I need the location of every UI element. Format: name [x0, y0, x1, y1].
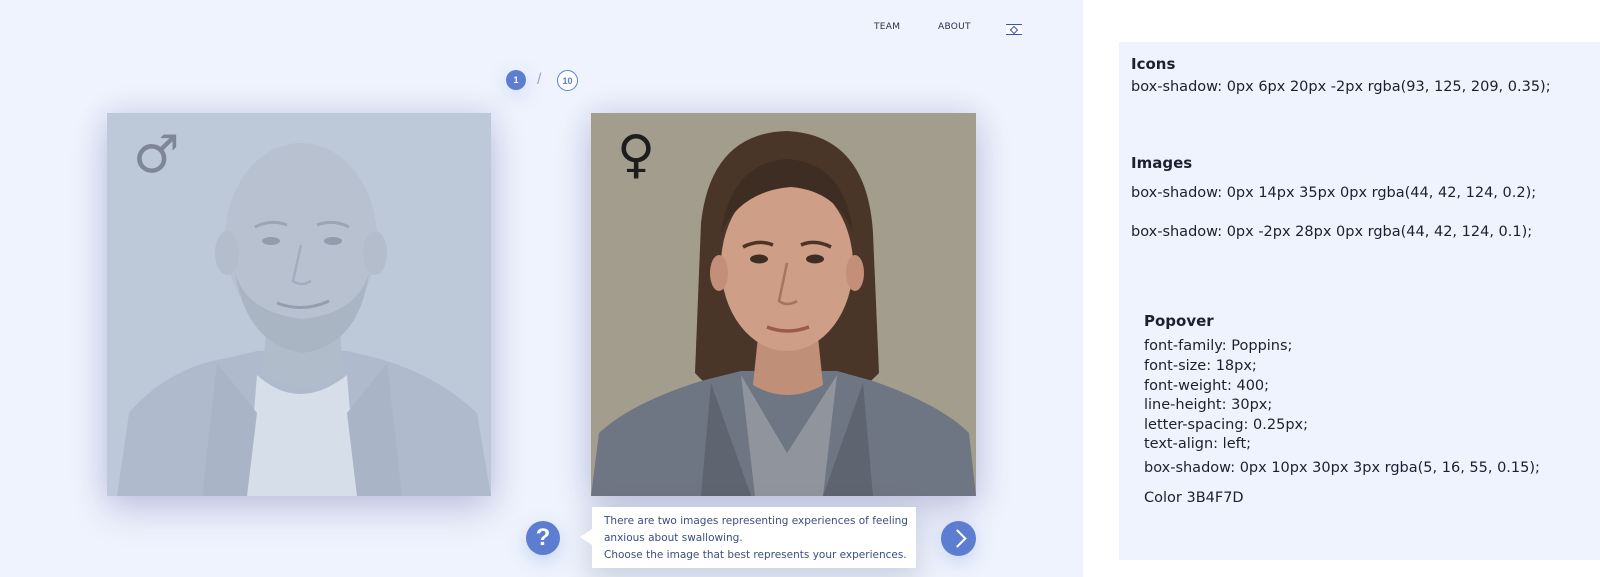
male-symbol-icon: ♂ [133, 125, 180, 185]
popover-line: Choose the image that best represents yo… [604, 549, 907, 561]
popover-font-family-spec: font-family: Poppins; [1144, 338, 1293, 354]
images-spec-title: Images [1131, 154, 1193, 172]
image-card-female[interactable]: ♀ [591, 113, 976, 496]
images-shadow-spec-1: box-shadow: 0px 14px 35px 0px rgba(44, 4… [1131, 185, 1537, 201]
help-button[interactable]: ? [526, 521, 560, 555]
popover-spec-title: Popover [1144, 312, 1214, 330]
total-pages-badge: 10 [557, 70, 578, 91]
popover-font-weight-spec: font-weight: 400; [1144, 378, 1270, 394]
popover-text-align-spec: text-align: left; [1144, 436, 1252, 452]
popover-line: anxious about swallowing. [604, 532, 743, 544]
question-pager: 1 / 10 [506, 70, 578, 92]
female-symbol-icon: ♀ [617, 125, 656, 185]
popover-line-height-spec: line-height: 30px; [1144, 397, 1273, 413]
popover-shadow-spec: box-shadow: 0px 10px 30px 3px rgba(5, 16… [1144, 460, 1540, 476]
popover-line: There are two images representing experi… [604, 515, 908, 527]
icons-spec-title: Icons [1131, 55, 1176, 73]
next-arrow-button[interactable] [941, 521, 976, 556]
nav-about-link[interactable]: ABOUT [938, 22, 971, 32]
instruction-popover: There are two images representing experi… [580, 507, 916, 568]
nav-team-link[interactable]: TEAM [874, 22, 900, 32]
popover-letter-spacing-spec: letter-spacing: 0.25px; [1144, 417, 1308, 433]
images-shadow-spec-2: box-shadow: 0px -2px 28px 0px rgba(44, 4… [1131, 224, 1533, 240]
style-spec-panel: Icons box-shadow: 0px 6px 20px -2px rgba… [1119, 42, 1600, 560]
current-page-badge: 1 [506, 70, 526, 90]
pager-divider: / [537, 71, 542, 88]
app-canvas: TEAM ABOUT 1 / 10 ♂ ♀ ? There are two im… [0, 0, 1083, 577]
icons-shadow-spec: box-shadow: 0px 6px 20px -2px rgba(93, 1… [1131, 79, 1551, 95]
image-card-male[interactable]: ♂ [107, 113, 491, 496]
israel-flag-icon[interactable] [1006, 24, 1022, 35]
popover-color-spec: Color 3B4F7D [1144, 490, 1244, 506]
popover-font-size-spec: font-size: 18px; [1144, 358, 1257, 374]
